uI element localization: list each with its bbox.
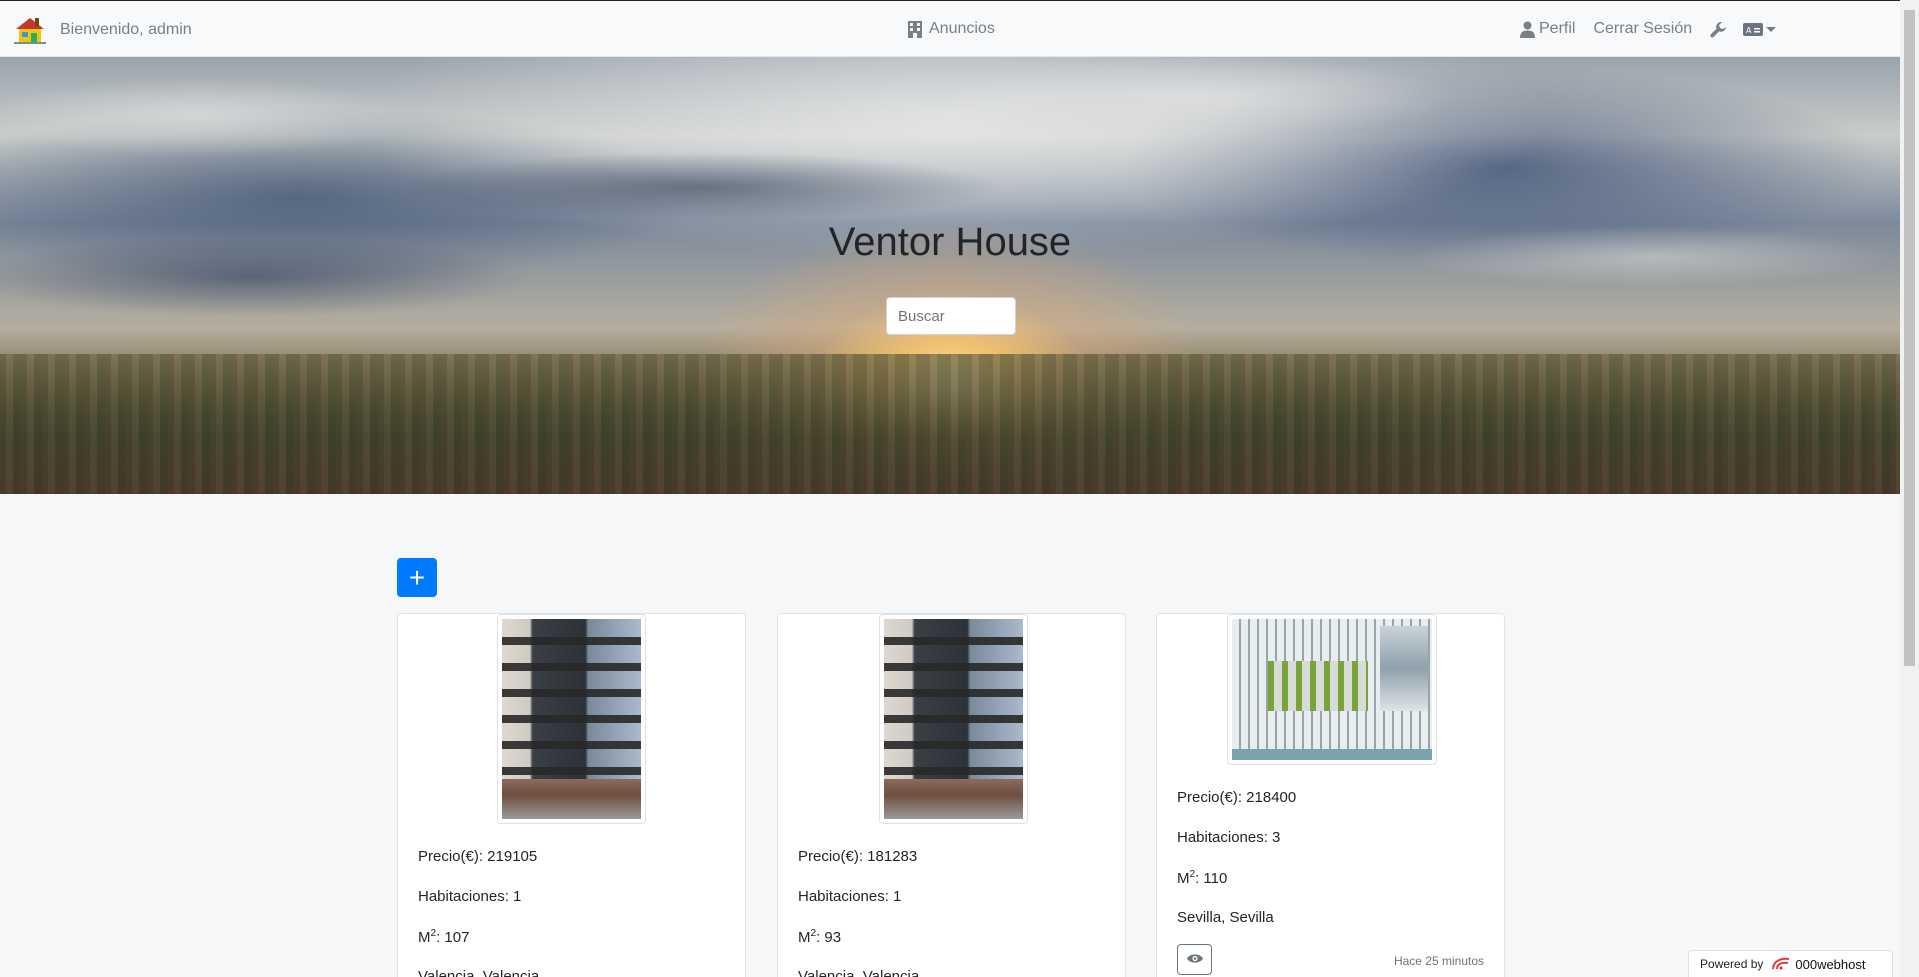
listing-image[interactable] <box>1227 614 1437 765</box>
listing-location: Sevilla, Sevilla <box>1177 909 1274 926</box>
building-photo <box>502 619 641 819</box>
page-scrollbar[interactable] <box>1900 0 1919 977</box>
welcome-text: Bienvenido, admin <box>60 21 192 38</box>
site-plan-footer <box>1232 748 1432 760</box>
navbar: Bienvenido, admin Anuncios Perfil Cerrar… <box>0 0 1900 57</box>
building-icon <box>907 20 923 38</box>
search-input[interactable] <box>886 297 1016 335</box>
nav-logout-label: Cerrar Sesión <box>1593 20 1693 37</box>
listing-location: Valencia, Valencia <box>418 968 540 977</box>
nav-profile-label: Perfil <box>1539 20 1576 37</box>
site-plan <box>1232 619 1432 760</box>
listing-rooms: Habitaciones: 1 <box>418 888 522 905</box>
listing-price: Precio(€): 218400 <box>1177 789 1297 806</box>
listing-time-ago: Hace 25 minutos <box>1393 954 1484 968</box>
nav-ads-label: Anuncios <box>929 20 995 37</box>
listing-card: Precio(€): 218400 Habitaciones: 3 M2: 11… <box>1156 613 1505 977</box>
area-prefix: M <box>1177 870 1190 887</box>
nav-left: Bienvenido, admin <box>14 15 192 45</box>
scrollbar-thumb[interactable] <box>1904 10 1915 666</box>
eye-icon <box>1186 952 1203 967</box>
house-logo-icon[interactable] <box>14 15 46 45</box>
area-value: : 107 <box>436 929 470 946</box>
svg-text:A: A <box>1746 26 1752 35</box>
nav-ads-link[interactable]: Anuncios <box>907 20 995 38</box>
powered-host: 000webhost <box>1795 956 1866 972</box>
area-prefix: M <box>418 929 431 946</box>
listing-area: M2: 107 <box>418 928 469 946</box>
user-icon <box>1520 21 1535 38</box>
language-dropdown[interactable]: A <box>1743 23 1777 36</box>
nav-profile-link[interactable]: Perfil <box>1520 20 1575 38</box>
listing-area: M2: 110 <box>1177 869 1227 887</box>
listing-area: M2: 93 <box>798 928 841 946</box>
language-icon: A <box>1743 23 1764 36</box>
listing-card: Precio(€): 181283 Habitaciones: 1 M2: 93… <box>777 613 1126 977</box>
webhost-logo-icon <box>1771 957 1791 971</box>
powered-label: Powered by <box>1700 957 1764 971</box>
listing-card: Precio(€): 219105 Habitaciones: 1 M2: 10… <box>397 613 746 977</box>
site-plan-renders <box>1380 626 1428 711</box>
site-plan-lots <box>1268 661 1368 711</box>
nav-right: Perfil Cerrar Sesión A <box>1520 20 1777 38</box>
view-listing-button[interactable] <box>1177 944 1212 975</box>
add-listing-button[interactable]: + <box>397 558 437 597</box>
building-photo <box>884 619 1023 819</box>
hero-cityscape <box>0 354 1900 494</box>
wrench-icon[interactable] <box>1710 21 1727 38</box>
area-value: : 110 <box>1195 870 1228 887</box>
page-title: Ventor House <box>828 220 1072 264</box>
listing-rooms: Habitaciones: 1 <box>798 888 902 905</box>
listing-image[interactable] <box>879 614 1028 824</box>
chevron-down-icon <box>1766 26 1777 32</box>
listing-location: Valencia, Valencia <box>798 968 920 977</box>
hero-banner: Ventor House <box>0 57 1900 494</box>
listing-price: Precio(€): 219105 <box>418 848 538 865</box>
powered-by-badge[interactable]: Powered by 000webhost <box>1688 950 1893 977</box>
listing-image[interactable] <box>497 614 646 824</box>
listing-price: Precio(€): 181283 <box>798 848 918 865</box>
nav-logout-link[interactable]: Cerrar Sesión <box>1593 20 1692 38</box>
area-prefix: M <box>798 929 811 946</box>
area-value: : 93 <box>816 929 842 946</box>
listing-rooms: Habitaciones: 3 <box>1177 829 1281 846</box>
